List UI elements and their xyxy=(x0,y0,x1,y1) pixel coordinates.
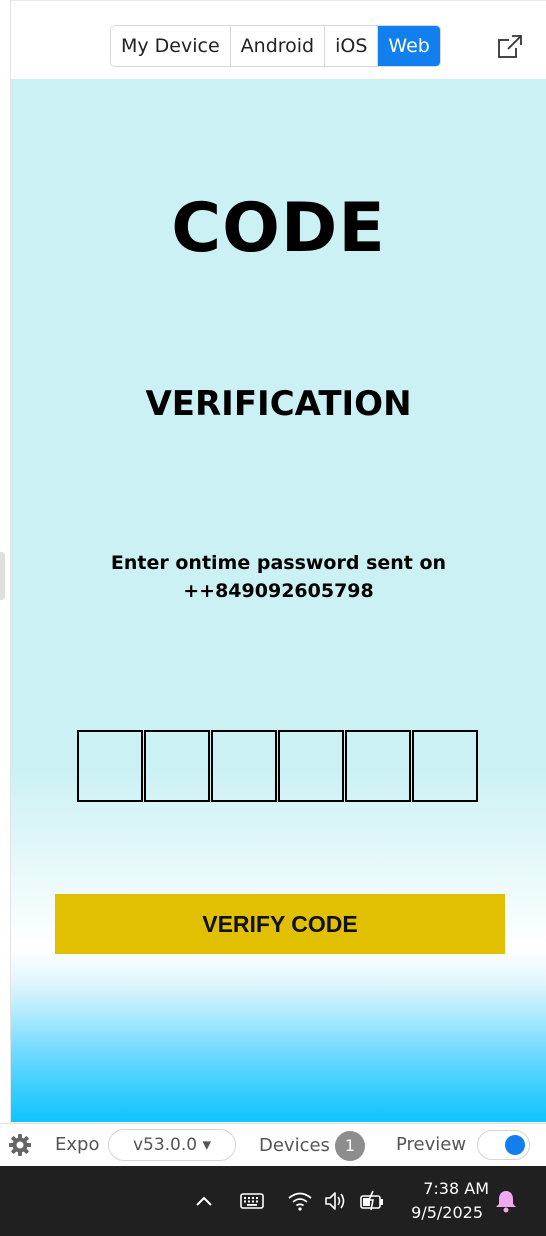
expo-toolbar: Expo v53.0.0 ▾ Devices 1 Preview xyxy=(0,1123,546,1167)
platform-switcher: My Device Android iOS Web xyxy=(110,25,441,67)
verify-code-button[interactable]: VERIFY CODE xyxy=(55,894,505,954)
external-link-icon[interactable] xyxy=(497,34,523,60)
gear-icon[interactable] xyxy=(8,1133,32,1157)
notification-bell-icon[interactable] xyxy=(493,1188,519,1214)
otp-digit-2[interactable] xyxy=(144,730,210,802)
page-subtitle: VERIFICATION xyxy=(145,384,412,424)
otp-digit-4[interactable] xyxy=(278,730,344,802)
expo-label: Expo xyxy=(55,1134,100,1155)
tab-my-device[interactable]: My Device xyxy=(111,26,231,66)
toggle-knob xyxy=(505,1135,525,1155)
volume-icon[interactable] xyxy=(323,1188,349,1214)
phone-number: ++849092605798 xyxy=(183,580,374,602)
preview-toggle[interactable] xyxy=(477,1130,530,1160)
preview-label: Preview xyxy=(396,1134,467,1155)
otp-instructions: Enter ontime password sent on ++84909260… xyxy=(11,549,546,605)
taskbar-clock-date[interactable]: 9/5/2025 xyxy=(401,1203,483,1222)
keyboard-icon[interactable] xyxy=(239,1188,265,1214)
battery-icon[interactable] xyxy=(359,1188,385,1214)
tab-ios[interactable]: iOS xyxy=(325,26,379,66)
tab-android[interactable]: Android xyxy=(230,26,326,66)
wifi-icon[interactable] xyxy=(287,1188,313,1214)
otp-input-row xyxy=(77,730,478,802)
otp-digit-5[interactable] xyxy=(345,730,411,802)
tab-web[interactable]: Web xyxy=(378,26,440,66)
devices-label[interactable]: Devices xyxy=(259,1135,330,1156)
system-taskbar: 7:38 AM 9/5/2025 xyxy=(0,1166,546,1236)
otp-digit-3[interactable] xyxy=(211,730,277,802)
devices-count-badge[interactable]: 1 xyxy=(335,1131,365,1161)
otp-digit-6[interactable] xyxy=(412,730,478,802)
app-preview: CODE VERIFICATION Enter ontime password … xyxy=(11,79,546,1122)
chevron-up-icon[interactable] xyxy=(191,1188,217,1214)
platform-topbar: My Device Android iOS Web xyxy=(11,0,546,80)
otp-digit-1[interactable] xyxy=(77,730,143,802)
instruction-text: Enter ontime password sent on xyxy=(110,552,447,574)
page-title: CODE xyxy=(171,189,386,268)
panel-resize-handle[interactable] xyxy=(0,552,5,600)
taskbar-clock-time[interactable]: 7:38 AM xyxy=(401,1179,489,1198)
sdk-version-select[interactable]: v53.0.0 ▾ xyxy=(108,1129,236,1161)
